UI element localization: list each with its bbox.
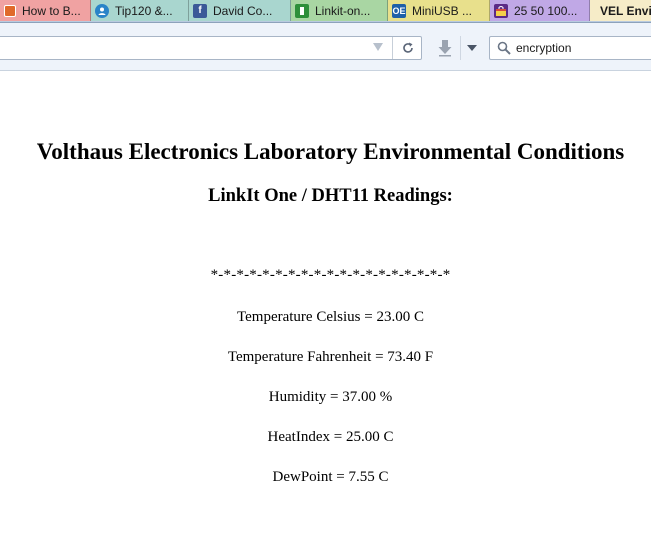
oe-icon: OE: [392, 3, 406, 18]
tab-david[interactable]: f David Co...: [189, 0, 291, 21]
dew-point-reading: DewPoint = 7.55 C: [272, 469, 389, 485]
history-dropdown-icon[interactable]: [373, 43, 383, 51]
facebook-icon: f: [193, 3, 207, 18]
reload-button[interactable]: [392, 37, 422, 59]
temperature-fahrenheit-reading: Temperature Fahrenheit = 73.40 F: [227, 349, 434, 365]
downloads-button[interactable]: [434, 36, 456, 60]
tab-label: Linkit-on...: [315, 3, 371, 18]
tab-label: 25 50 100...: [514, 3, 578, 18]
tab-how-to[interactable]: How to B...: [0, 0, 91, 21]
search-icon: [497, 41, 511, 55]
tab-label: MiniUSB ...: [412, 3, 473, 18]
page-title: Volthaus Electronics Laboratory Environm…: [36, 139, 625, 164]
page-content: Volthaus Electronics Laboratory Environm…: [0, 71, 651, 543]
tab-strip: How to B... Tip120 &... f David Co... Li…: [0, 0, 651, 23]
tab-tip120[interactable]: Tip120 &...: [91, 0, 189, 21]
tab-vel-environment-active[interactable]: VEL Envir: [590, 0, 651, 21]
page-icon: [4, 4, 16, 17]
tab-miniusb[interactable]: OE MiniUSB ...: [388, 0, 490, 21]
tab-label: How to B...: [22, 3, 81, 18]
page-subtitle: LinkIt One / DHT11 Readings:: [208, 186, 453, 206]
chevron-down-icon: [467, 45, 477, 51]
humidity-reading: Humidity = 37.00 %: [268, 389, 393, 405]
tab-25-50-100[interactable]: 25 50 100...: [490, 0, 590, 21]
toolbar-menu-button[interactable]: [460, 36, 483, 60]
tab-label: Tip120 &...: [115, 3, 173, 18]
reload-icon: [402, 42, 413, 53]
search-box[interactable]: [489, 36, 651, 60]
temperature-celsius-reading: Temperature Celsius = 23.00 C: [237, 309, 424, 325]
download-arrow-icon: [438, 40, 452, 57]
tab-label: VEL Envir: [600, 3, 651, 18]
url-bar[interactable]: [0, 36, 422, 60]
tab-label: David Co...: [213, 3, 273, 18]
linkit-icon: [295, 3, 309, 18]
navigation-toolbar: [0, 23, 651, 71]
heat-index-reading: HeatIndex = 25.00 C: [267, 429, 394, 445]
shopping-bag-icon: [494, 3, 508, 18]
profile-icon: [95, 3, 109, 18]
tab-linkit[interactable]: Linkit-on...: [291, 0, 388, 21]
search-input[interactable]: [516, 39, 646, 57]
separator-line: *-*-*-*-*-*-*-*-*-*-*-*-*-*-*-*-*-*-*: [210, 267, 451, 283]
